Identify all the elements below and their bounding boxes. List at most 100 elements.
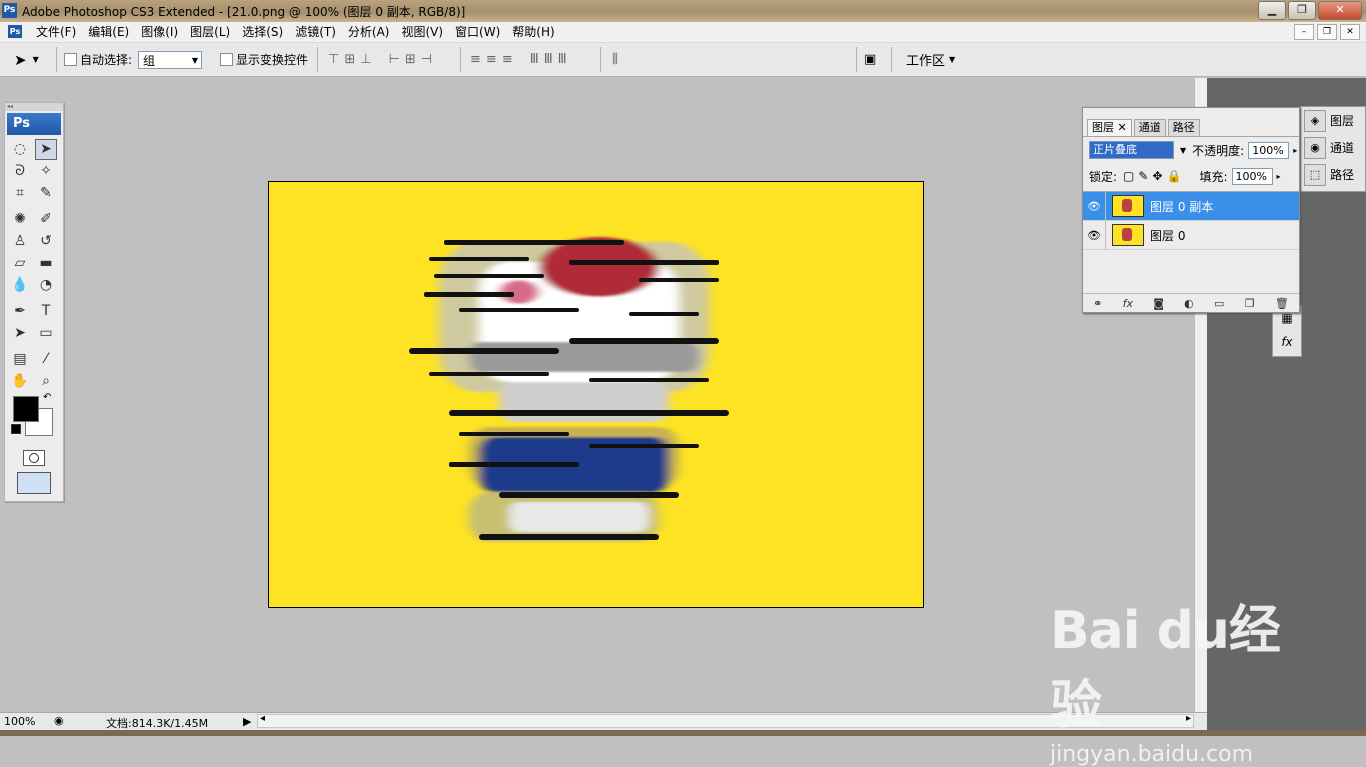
marquee-tool-icon[interactable]: ◌ (9, 139, 31, 160)
distribute-bottom-icon[interactable]: ≡ (502, 52, 513, 67)
distribute-left-icon[interactable]: Ⅲ (530, 52, 539, 67)
menu-filter[interactable]: 滤镜(T) (289, 24, 342, 40)
align-top-icon[interactable]: ⊤ (328, 52, 339, 67)
crop-tool-icon[interactable]: ⌗ (9, 183, 31, 204)
layer-row[interactable]: 👁 图层 0 (1083, 221, 1299, 250)
document-icon[interactable]: Ps (8, 25, 22, 38)
show-transform-checkbox[interactable] (220, 53, 233, 66)
lasso-tool-icon[interactable]: ᘐ (9, 161, 31, 182)
fx-icon[interactable]: fx (1273, 330, 1301, 354)
opacity-field[interactable]: 100% (1248, 141, 1290, 159)
zoom-tool-icon[interactable]: ⌕ (35, 371, 57, 392)
bridge-icon[interactable]: ▣ (864, 52, 876, 67)
tool-preset-picker[interactable]: ➤ ▼ (14, 43, 39, 76)
menu-edit[interactable]: 编辑(E) (82, 24, 135, 40)
new-layer-icon[interactable]: ❐ (1245, 297, 1255, 310)
blur-tool-icon[interactable]: 💧 (9, 275, 31, 296)
auto-align-icon[interactable]: ⫼ (612, 52, 618, 67)
dock-paths-button[interactable]: ⬚ 路径 (1301, 161, 1365, 188)
notes-tool-icon[interactable]: ▤ (9, 349, 31, 370)
layer-row[interactable]: 👁 图层 0 副本 (1083, 192, 1299, 221)
clone-stamp-tool-icon[interactable]: ♙ (9, 231, 31, 252)
doc-restore-button[interactable]: ❐ (1317, 24, 1337, 40)
auto-select-checkbox[interactable] (64, 53, 77, 66)
minimize-button[interactable]: ▁ (1258, 1, 1286, 20)
menu-view[interactable]: 视图(V) (395, 24, 449, 40)
delete-layer-icon[interactable]: 🗑 (1275, 297, 1289, 310)
status-menu-arrow-icon[interactable]: ▶ (243, 715, 253, 728)
move-tool-icon[interactable]: ➤ (35, 139, 57, 160)
healing-brush-tool-icon[interactable]: ✺ (9, 209, 31, 230)
layer-style-icon[interactable]: fx (1123, 297, 1133, 310)
shape-tool-icon[interactable]: ▭ (35, 323, 57, 344)
lock-transparency-icon[interactable]: ▢ (1123, 169, 1134, 183)
magic-wand-tool-icon[interactable]: ✧ (35, 161, 57, 182)
distribute-top-icon[interactable]: ≡ (470, 52, 481, 67)
menu-layer[interactable]: 图层(L) (184, 24, 236, 40)
panel-grip[interactable]: ◂◂ (5, 103, 63, 111)
opacity-slider-arrow-icon[interactable]: ▸ (1293, 146, 1297, 155)
maximize-button[interactable]: ❐ (1288, 1, 1316, 20)
pen-tool-icon[interactable]: ✒ (9, 301, 31, 322)
align-vcenter-icon[interactable]: ⊞ (344, 52, 355, 67)
hand-tool-icon[interactable]: ✋ (9, 371, 31, 392)
workspace-button[interactable]: 工作区 ▼ (906, 43, 955, 76)
tab-layers[interactable]: 图层 ✕ (1087, 119, 1132, 136)
zoom-level-field[interactable]: 100% (4, 715, 48, 728)
distribute-hcenter-icon[interactable]: Ⅲ (544, 52, 553, 67)
add-mask-icon[interactable]: ◙ (1153, 297, 1164, 310)
align-bottom-icon[interactable]: ⊥ (360, 52, 371, 67)
doc-close-button[interactable]: ✕ (1340, 24, 1360, 40)
menu-file[interactable]: 文件(F) (30, 24, 82, 40)
distribute-vcenter-icon[interactable]: ≡ (486, 52, 497, 67)
type-tool-icon[interactable]: T (35, 301, 57, 322)
zoom-options-icon[interactable]: ◉ (54, 714, 64, 727)
align-right-icon[interactable]: ⊣ (421, 52, 432, 67)
doc-minimize-button[interactable]: – (1294, 24, 1314, 40)
menu-help[interactable]: 帮助(H) (506, 24, 560, 40)
new-group-icon[interactable]: ▭ (1214, 297, 1224, 310)
path-selection-tool-icon[interactable]: ➤ (9, 323, 31, 344)
eye-icon[interactable]: 👁 (1083, 192, 1106, 220)
gradient-tool-icon[interactable]: ▬ (35, 253, 57, 274)
lock-image-icon[interactable]: ✎ (1138, 169, 1148, 183)
lock-position-icon[interactable]: ✥ (1152, 169, 1162, 183)
dodge-tool-icon[interactable]: ◔ (35, 275, 57, 296)
scroll-left-icon[interactable]: ◂ (260, 713, 265, 724)
default-colors-icon[interactable] (11, 424, 21, 434)
slice-tool-icon[interactable]: ✎ (35, 183, 57, 204)
adjustment-layer-icon[interactable]: ◐ (1184, 297, 1194, 310)
tab-paths[interactable]: 路径 (1167, 119, 1200, 136)
link-layers-icon[interactable]: ⚭ (1093, 297, 1102, 310)
auto-select-label: 自动选择: (80, 53, 133, 67)
tab-channels[interactable]: 通道 (1133, 119, 1166, 136)
menu-analysis[interactable]: 分析(A) (342, 24, 396, 40)
dock-channels-button[interactable]: ◉ 通道 (1301, 134, 1365, 161)
dock-layers-button[interactable]: ◈ 图层 (1301, 107, 1365, 134)
auto-select-value: 组 (143, 53, 156, 68)
foreground-color-swatch[interactable] (13, 396, 39, 422)
align-hcenter-icon[interactable]: ⊞ (405, 52, 416, 67)
document-canvas[interactable] (268, 181, 924, 608)
blend-mode-dropdown[interactable]: 正片叠底 (1089, 141, 1174, 159)
menu-image[interactable]: 图像(I) (135, 24, 184, 40)
menu-select[interactable]: 选择(S) (236, 24, 289, 40)
eye-icon[interactable]: 👁 (1083, 221, 1106, 249)
align-left-icon[interactable]: ⊢ (389, 52, 400, 67)
menu-window[interactable]: 窗口(W) (449, 24, 506, 40)
brush-tool-icon[interactable]: ✐ (35, 209, 57, 230)
swap-colors-icon[interactable]: ↶ (43, 392, 51, 403)
fill-slider-arrow-icon[interactable]: ▸ (1277, 172, 1281, 181)
lock-all-icon[interactable]: 🔒 (1167, 169, 1182, 183)
distribute-right-icon[interactable]: Ⅲ (558, 52, 567, 67)
fill-field[interactable]: 100% (1231, 167, 1273, 185)
auto-select-dropdown[interactable]: 组 ▼ (138, 50, 203, 69)
eyedropper-tool-icon[interactable]: ⁄ (35, 349, 57, 370)
opacity-label: 不透明度: (1192, 143, 1245, 158)
quick-mask-button[interactable] (23, 450, 45, 466)
close-button[interactable]: ✕ (1318, 1, 1362, 20)
history-brush-tool-icon[interactable]: ↺ (35, 231, 57, 252)
screen-mode-button[interactable] (17, 472, 51, 494)
workspace-label: 工作区 (906, 54, 946, 69)
eraser-tool-icon[interactable]: ▱ (9, 253, 31, 274)
